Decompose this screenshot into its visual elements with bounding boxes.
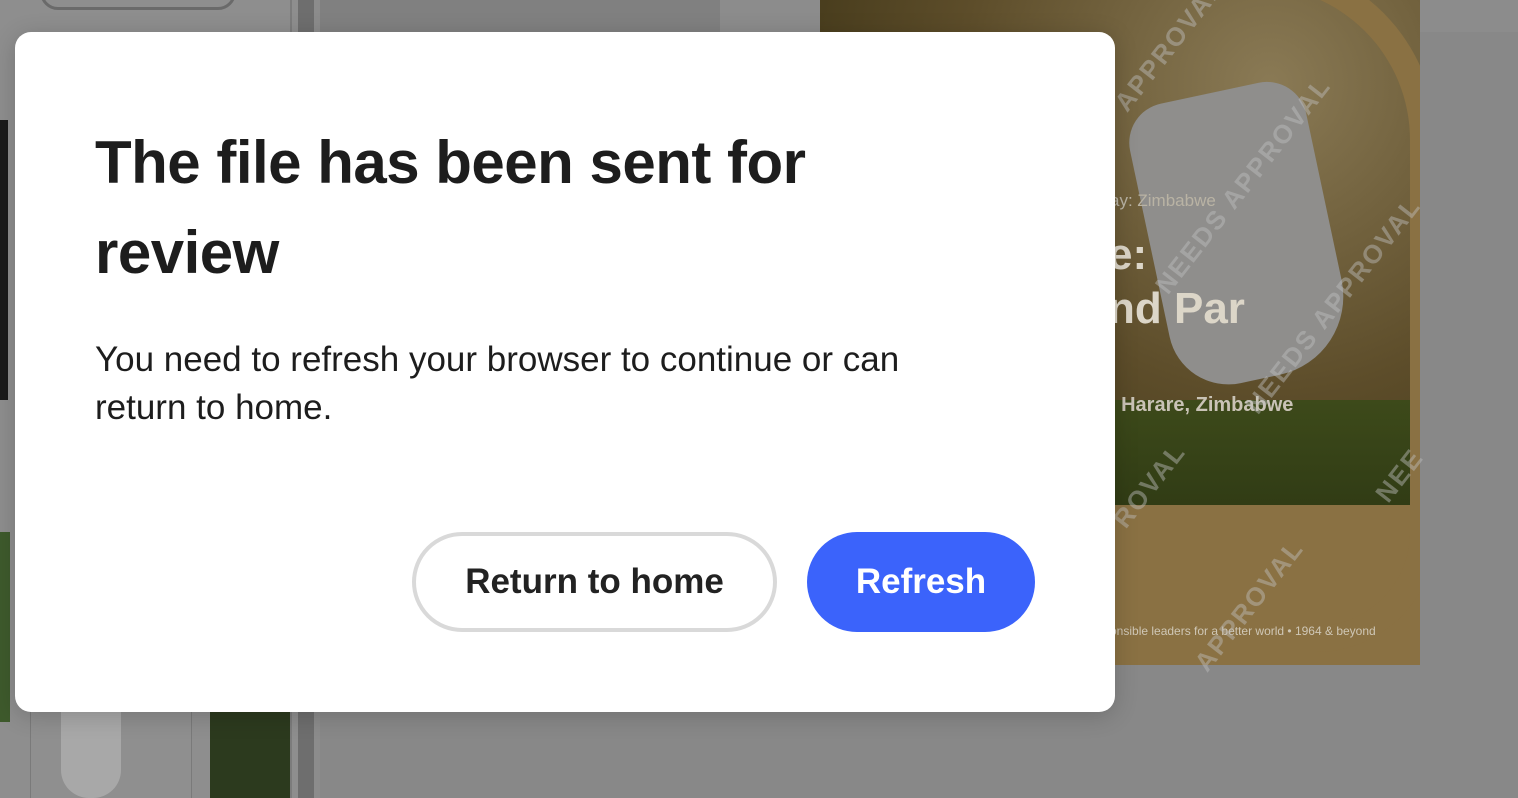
thumbnail-dark xyxy=(0,120,8,400)
return-to-home-button[interactable]: Return to home xyxy=(412,532,777,632)
dialog-title: The file has been sent for review xyxy=(95,129,806,286)
refresh-button[interactable]: Refresh xyxy=(807,532,1035,632)
glove-shape xyxy=(61,712,121,798)
poster-small-text: ay: Zimbabwe xyxy=(1110,191,1216,210)
thumbnail-course xyxy=(210,712,290,798)
panel-header-pill xyxy=(40,0,236,10)
thumbnail-green xyxy=(0,532,10,722)
canvas-toolbar xyxy=(320,0,720,32)
review-sent-dialog: The file has been sent for review You ne… xyxy=(15,32,1115,712)
dialog-message: You need to refresh your browser to cont… xyxy=(95,340,900,427)
thumbnail-glove xyxy=(30,712,192,798)
